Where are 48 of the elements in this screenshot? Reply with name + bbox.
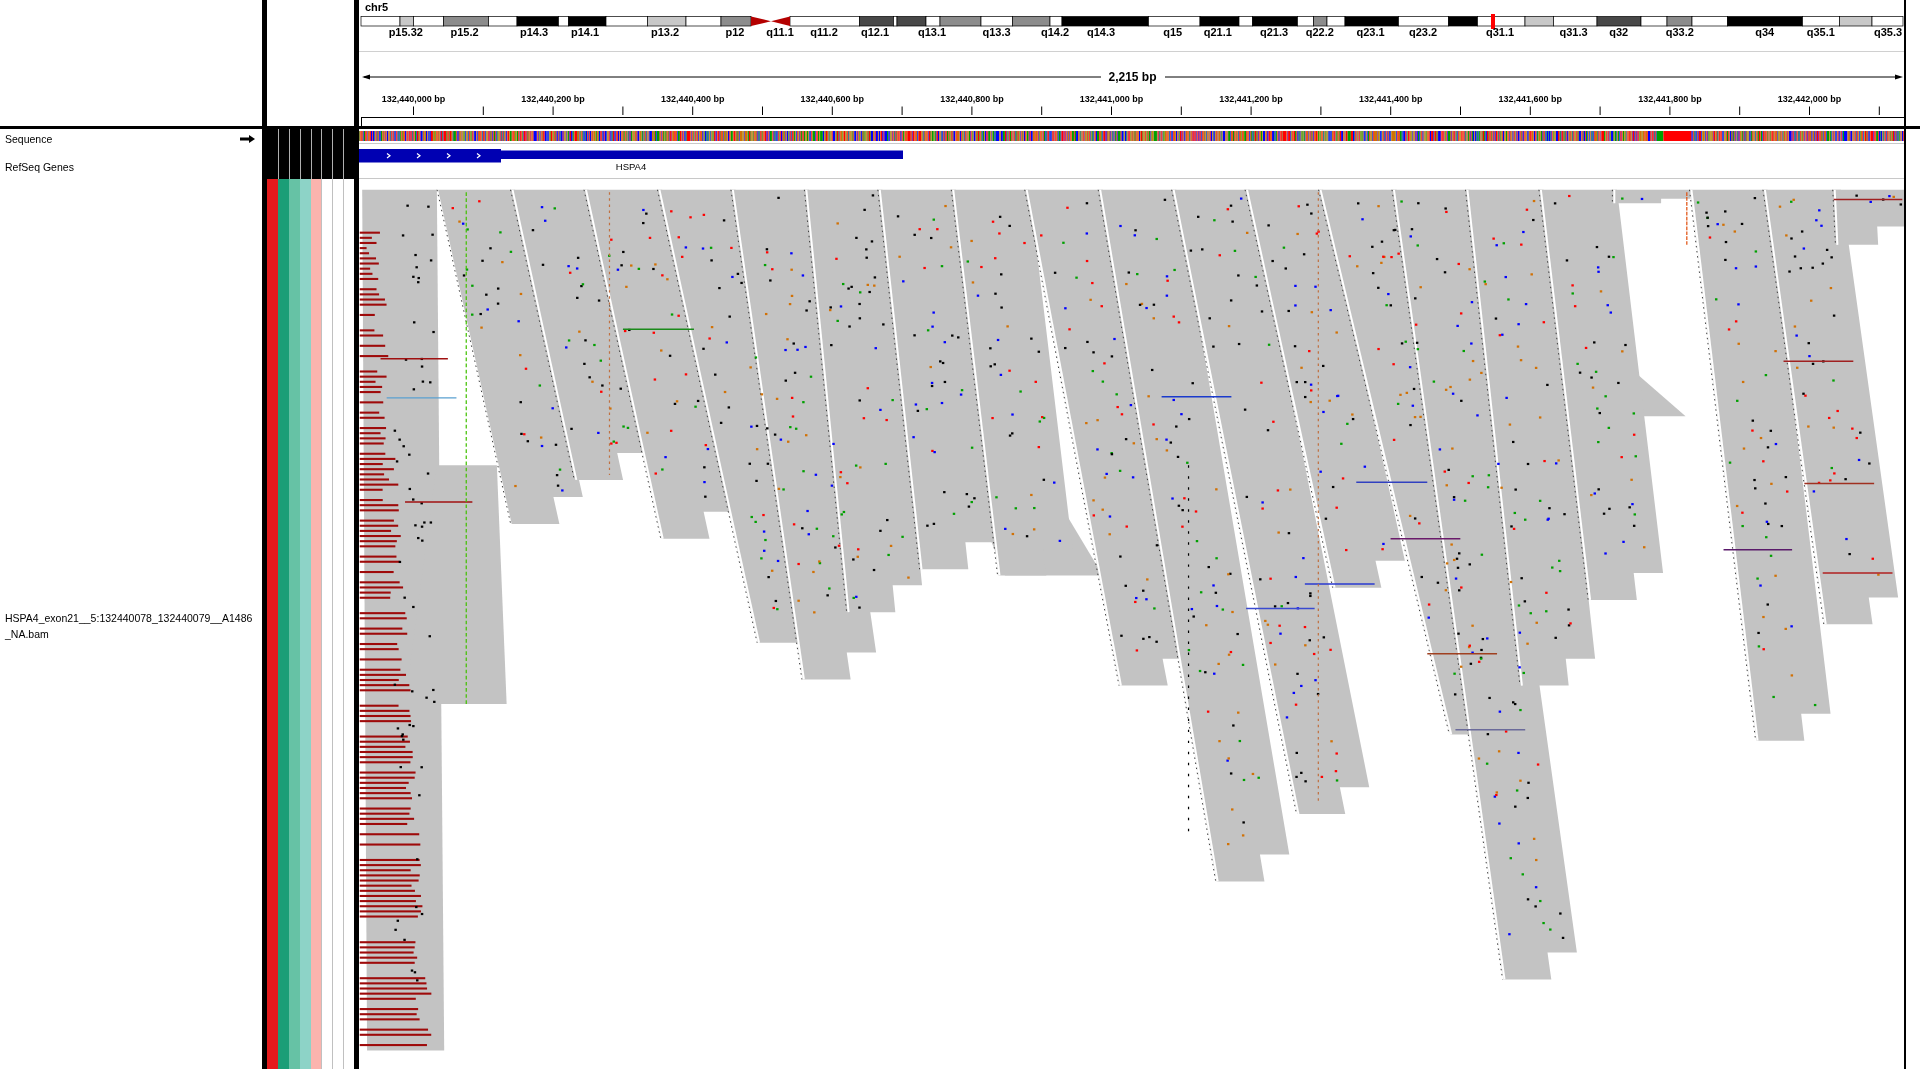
cytoband-label: q11.1 [766, 26, 794, 38]
cytoband-label: q13.1 [917, 26, 947, 38]
cytoband-label: q22.2 [1305, 26, 1334, 38]
cytoband-label: q35.1 [1806, 26, 1835, 38]
tick-label: 132,442,000 bp [1777, 94, 1842, 104]
cytoband-label: q35.3 [1873, 26, 1903, 38]
tick-label: 132,441,000 bp [1079, 94, 1144, 104]
cytoband-label: p12 [725, 26, 745, 38]
cytoband-label: q23.2 [1408, 26, 1438, 38]
cytoband-label: p13.2 [650, 26, 680, 38]
span-label: 2,215 bp [1108, 70, 1157, 84]
tick-label: 132,440,400 bp [660, 94, 725, 104]
track-name[interactable]: Sequence [5, 133, 53, 145]
cytoband-label: q31.1 [1485, 26, 1515, 38]
tick-label: 132,440,600 bp [800, 94, 865, 104]
tick-label: 132,440,200 bp [521, 94, 585, 104]
cytoband-label: q15 [1163, 26, 1183, 38]
gene-feature[interactable] [359, 149, 903, 163]
cytoband-label: q34 [1755, 26, 1775, 38]
cytoband-label: q32 [1609, 26, 1629, 38]
track-name[interactable]: RefSeq Genes [5, 161, 74, 173]
track-name[interactable]: _NA.bam [5, 626, 49, 642]
tick-label: 132,441,600 bp [1498, 94, 1563, 104]
cytoband-label: p15.2 [450, 26, 479, 38]
cytoband-label: q14.2 [1040, 26, 1070, 38]
cytoband-label: p15.32 [388, 26, 423, 38]
cytoband-label: q31.3 [1559, 26, 1588, 38]
chromosome-ideogram[interactable] [360, 16, 1904, 27]
tick-label: 132,441,800 bp [1638, 94, 1702, 104]
cytoband-label: q12.1 [860, 26, 890, 38]
cytoband-label: q11.2 [810, 26, 838, 38]
track-name[interactable]: HSPA4_exon21__5:132440078_132440079__A1486 [5, 610, 253, 626]
tick-label: 132,441,400 bp [1358, 94, 1423, 104]
tick-label: 132,440,800 bp [940, 94, 1004, 104]
cytoband-label: q21.3 [1259, 26, 1289, 38]
cytoband-label: p14.3 [519, 26, 549, 38]
cytoband-label: q13.3 [982, 26, 1011, 38]
cytoband-label: q21.1 [1203, 26, 1232, 38]
right-arrow-icon[interactable] [240, 135, 255, 143]
chromosome-label: chr5 [365, 1, 389, 13]
position-marker [1491, 14, 1495, 29]
cytoband-label: p14.1 [570, 26, 600, 38]
tick-label: 132,440,000 bp [381, 94, 446, 104]
cytoband-label: q14.3 [1086, 26, 1116, 38]
cytoband-label: q23.1 [1356, 26, 1385, 38]
gene-label: HSPA4 [615, 160, 647, 172]
tick-label: 132,441,200 bp [1219, 94, 1283, 104]
cytoband-label: q33.2 [1665, 26, 1694, 38]
